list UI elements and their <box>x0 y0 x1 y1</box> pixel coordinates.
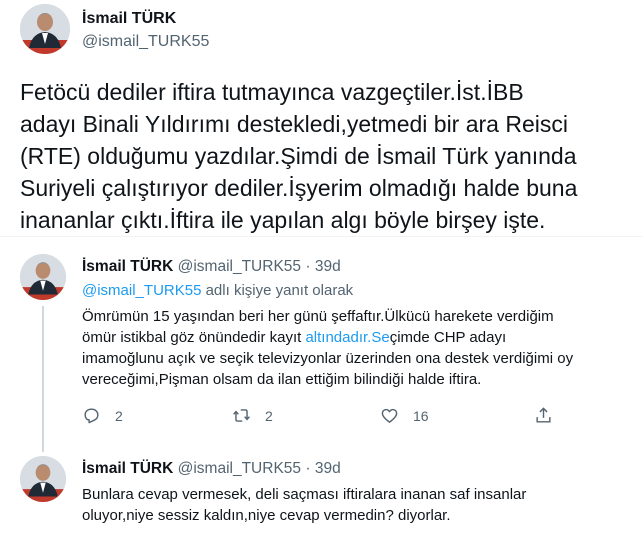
reply-avatar[interactable] <box>20 254 66 300</box>
reply-icon <box>84 408 99 424</box>
tweet-text-line: adayı Binali Yıldırımı destekledi,yetmed… <box>20 111 568 137</box>
reply-text: Bunlara cevap vermesek, deli saçması ift… <box>82 484 526 526</box>
separator-dot: · <box>305 460 311 477</box>
like-count: 16 <box>413 407 429 424</box>
reply-text-line: ömür istikbal göz önündedir kayıt altınd… <box>82 327 573 348</box>
replying-to: @ismail_TURK55 adlı kişiye yanıt olarak <box>82 282 353 299</box>
reply-text-line: vereceğimi,Pişman olsam da ilan ettiğim … <box>82 371 482 388</box>
tweet-text-line: (RTE) olduğumu yazdılar.Şimdi de İsmail … <box>20 143 577 169</box>
reply-button[interactable]: 2 <box>82 406 123 425</box>
reply-text-line: oluyor,niye sessiz kaldın,niye cevap ver… <box>82 507 451 524</box>
inline-link[interactable]: altındadır.Se <box>305 329 389 346</box>
reply-header: İsmail TÜRK @ismail_TURK55 · 39d <box>82 460 341 478</box>
avatar-image <box>20 4 70 54</box>
author-handle[interactable]: @ismail_TURK55 <box>82 33 209 51</box>
reply-text-segment: ömür istikbal göz önündedir kayıt <box>82 329 306 346</box>
retweet-count: 2 <box>265 407 273 424</box>
reply-author-handle[interactable]: @ismail_TURK55 <box>178 258 301 275</box>
reply-avatar[interactable] <box>20 456 66 502</box>
divider <box>0 236 643 237</box>
tweet-text: Fetöcü dediler iftira tutmayınca vazgeçt… <box>20 76 640 236</box>
reply-timestamp[interactable]: 39d <box>315 258 341 275</box>
reply-header: İsmail TÜRK @ismail_TURK55 · 39d <box>82 258 341 276</box>
thread-connector <box>42 306 44 452</box>
reply-text-line: Bunlara cevap vermesek, deli saçması ift… <box>82 486 527 503</box>
reply-timestamp[interactable]: 39d <box>315 460 341 477</box>
tweet-text-line: Suriyeli çalıştırıyor dediler.İşyerim ol… <box>20 175 578 201</box>
separator-dot: · <box>305 258 311 275</box>
like-button[interactable]: 16 <box>380 406 429 425</box>
reply-author-name[interactable]: İsmail TÜRK <box>82 258 173 275</box>
retweet-button[interactable]: 2 <box>232 406 273 425</box>
action-bar: 2 2 16 <box>82 406 562 430</box>
author-avatar[interactable] <box>20 4 70 54</box>
reply-text-segment: çimde CHP adayı <box>389 329 507 346</box>
tweet-text-line: Fetöcü dediler iftira tutmayınca vazgeçt… <box>20 79 524 105</box>
reply-author-name[interactable]: İsmail TÜRK <box>82 460 173 477</box>
replying-to-label: adlı kişiye yanıt olarak <box>205 282 354 299</box>
tweet-text-line: inananlar çıktı.İftira ile yapılan algı … <box>20 207 546 233</box>
reply-text-line: Ömrümün 15 yaşından beri her günü şeffaf… <box>82 308 554 325</box>
author-name[interactable]: İsmail TÜRK <box>82 10 176 28</box>
reply-count: 2 <box>115 407 123 424</box>
replying-to-mention[interactable]: @ismail_TURK55 <box>82 282 201 299</box>
reply-text: Ömrümün 15 yaşından beri her günü şeffaf… <box>82 306 573 390</box>
retweet-icon <box>233 409 250 422</box>
share-icon <box>536 407 551 423</box>
share-button[interactable] <box>534 406 553 425</box>
reply-author-handle[interactable]: @ismail_TURK55 <box>178 460 301 477</box>
heart-icon <box>381 408 398 423</box>
reply-text-line: imamoğlunu açık ve seçik televizyonlar ü… <box>82 350 574 367</box>
avatar-image <box>20 456 66 502</box>
avatar-image <box>20 254 66 300</box>
